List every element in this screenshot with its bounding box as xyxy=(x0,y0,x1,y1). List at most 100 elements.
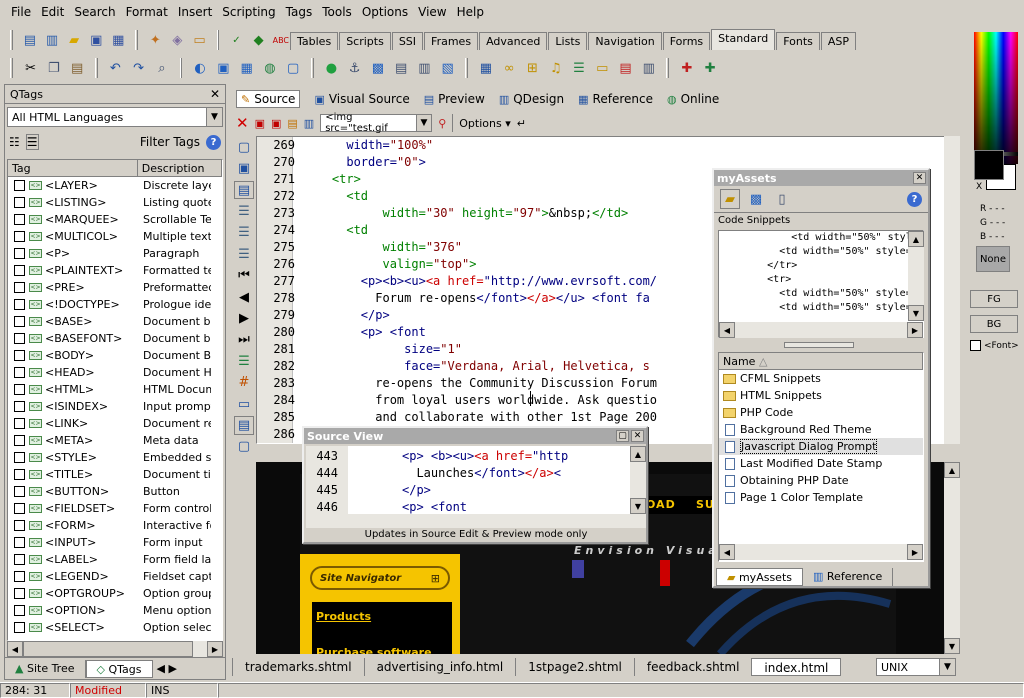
scroll-right-icon[interactable]: ▶ xyxy=(907,322,923,338)
options-menu[interactable]: Options ▾ xyxy=(459,117,510,130)
toolbar-grip[interactable] xyxy=(94,58,98,78)
abc-icon[interactable]: ABC xyxy=(272,30,290,50)
print-preview-icon[interactable]: ▥ xyxy=(415,58,434,78)
tab-visual-source[interactable]: ▣ Visual Source xyxy=(314,92,409,106)
toolbar-grip[interactable] xyxy=(666,58,670,78)
cut-icon[interactable]: ✂ xyxy=(21,58,40,78)
chevron-down-icon[interactable]: ▼ xyxy=(415,115,432,131)
toolbar-grip[interactable] xyxy=(135,30,139,50)
tab-standard[interactable]: Standard xyxy=(711,29,776,50)
close-icon[interactable]: ✕ xyxy=(913,172,926,184)
tab-reference[interactable]: ▥ Reference xyxy=(803,568,894,586)
qtag-checkbox[interactable] xyxy=(14,520,25,531)
font-color-toggle[interactable]: <Font> xyxy=(970,340,1019,351)
window-icon[interactable]: ▢ xyxy=(284,58,303,78)
qtag-checkbox[interactable] xyxy=(14,367,25,378)
menu-tags[interactable]: Tags xyxy=(281,5,318,19)
scroll-left-icon[interactable]: ◀ xyxy=(719,544,735,560)
tab-navigation[interactable]: Navigation xyxy=(588,32,662,50)
align-icon[interactable]: ☰ xyxy=(234,202,254,220)
qtag-checkbox[interactable] xyxy=(14,401,25,412)
tab-scripts[interactable]: Scripts xyxy=(339,32,391,50)
qtag-row[interactable]: <> <MARQUEE> Scrollable Tex xyxy=(8,211,222,228)
tab-qtags[interactable]: ◇ QTags xyxy=(85,659,153,678)
list-view-icon[interactable]: ☰ xyxy=(25,134,39,150)
qtag-checkbox[interactable] xyxy=(14,333,25,344)
prev-icon[interactable]: ◀ xyxy=(234,288,254,306)
plugin-icon[interactable]: ✚ xyxy=(701,58,720,78)
export-icon[interactable]: ▧ xyxy=(438,58,457,78)
format-icon[interactable]: ▥ xyxy=(639,58,658,78)
bookmark-icon[interactable]: ☰ xyxy=(234,352,254,370)
number-icon[interactable]: # xyxy=(234,373,254,391)
menu-options[interactable]: Options xyxy=(357,5,413,19)
file-tab[interactable]: 1stpage2.shtml xyxy=(515,658,634,676)
assets-hscroll[interactable]: ◀ ▶ xyxy=(719,544,923,560)
list-icon[interactable]: ☰ xyxy=(569,58,588,78)
new-doc-icon[interactable]: ▯ xyxy=(772,189,792,209)
qtag-checkbox[interactable] xyxy=(14,384,25,395)
tab-site-tree[interactable]: ▲ Site Tree xyxy=(5,659,86,678)
myassets-titlebar[interactable]: myAssets ✕ xyxy=(714,170,928,186)
menu-help[interactable]: Help xyxy=(452,5,489,19)
image-icon[interactable]: ▩ xyxy=(368,58,387,78)
tab-source[interactable]: ✎ Source xyxy=(236,90,301,108)
menu-format[interactable]: Format xyxy=(121,5,173,19)
globe-icon[interactable]: ◍ xyxy=(260,58,279,78)
tab-frames[interactable]: Frames xyxy=(424,32,479,50)
window-icon[interactable]: ▢ xyxy=(234,138,254,156)
link-icon[interactable]: ∞ xyxy=(500,58,519,78)
qtag-checkbox[interactable] xyxy=(14,282,25,293)
qtag-row[interactable]: <> <BUTTON> Button xyxy=(8,483,222,500)
qtag-checkbox[interactable] xyxy=(14,588,25,599)
new-template-icon[interactable]: ▥ xyxy=(43,30,61,50)
menu-scripting[interactable]: Scripting xyxy=(217,5,280,19)
tab-ssi[interactable]: SSI xyxy=(391,32,424,50)
minimize-icon[interactable]: ▢ xyxy=(616,430,629,442)
go-icon[interactable]: ● xyxy=(322,58,341,78)
browser-icon[interactable]: ◐ xyxy=(190,58,209,78)
snippet-hscroll[interactable]: ◀ ▶ xyxy=(719,322,923,338)
snippet-select[interactable]: <img src="test.gif ▼ xyxy=(320,112,433,134)
chevron-down-icon[interactable]: ▼ xyxy=(206,108,222,126)
tab-preview[interactable]: ▤ Preview xyxy=(424,92,485,106)
single-view-icon[interactable]: ▢ xyxy=(234,438,254,456)
tree-view-icon[interactable]: ☷ xyxy=(9,135,20,149)
qtag-checkbox[interactable] xyxy=(14,486,25,497)
toolbar-grip[interactable] xyxy=(10,30,13,50)
qtag-checkbox[interactable] xyxy=(14,503,25,514)
asset-item[interactable]: HTML Snippets xyxy=(719,387,923,404)
last-icon[interactable]: ⏭ xyxy=(234,331,254,349)
tab-tables[interactable]: Tables xyxy=(290,32,339,50)
source-view-hscroll[interactable] xyxy=(306,514,646,528)
font-checkbox[interactable] xyxy=(970,340,981,351)
tab-nav-arrows[interactable]: ◀ ▶ xyxy=(153,660,181,678)
qtag-row[interactable]: <><BASEFONT> Document bas xyxy=(8,330,222,347)
qtag-row[interactable]: <><LABEL> Form field labe xyxy=(8,551,222,568)
paste-special-icon[interactable]: ▤ xyxy=(616,58,635,78)
qtag-checkbox[interactable] xyxy=(14,571,25,582)
toolbar-grip[interactable] xyxy=(179,58,183,78)
qtag-checkbox[interactable] xyxy=(14,316,25,327)
file-tab[interactable]: index.html xyxy=(751,658,842,676)
qtag-row[interactable]: <><SELECT> Option selecto xyxy=(8,619,222,636)
qtag-row[interactable]: <> <!DOCTYPE> Prologue iden xyxy=(8,296,222,313)
qtag-checkbox[interactable] xyxy=(14,554,25,565)
preview-vscroll[interactable]: ▲ ▼ xyxy=(944,462,960,654)
open-folder-icon[interactable]: ▰ xyxy=(65,30,83,50)
qtag-row[interactable]: <><FIELDSET> Form control g xyxy=(8,500,222,517)
qtag-row[interactable]: <> <P> Paragraph xyxy=(8,245,222,262)
note-icon[interactable]: ▭ xyxy=(593,58,612,78)
color-spectrum[interactable] xyxy=(974,32,1018,164)
qtag-checkbox[interactable] xyxy=(14,350,25,361)
menu-tools[interactable]: Tools xyxy=(317,5,357,19)
split-icon[interactable]: ▣ xyxy=(234,159,254,177)
qtags-hscroll[interactable]: ◀ ▶ xyxy=(7,641,223,657)
qtag-row[interactable]: <><BASE> Document bas xyxy=(8,313,222,330)
doc-icon[interactable]: ▤ xyxy=(392,58,411,78)
outdent-icon[interactable]: ☰ xyxy=(234,245,254,263)
asset-item[interactable]: Obtaining PHP Date xyxy=(719,472,923,489)
none-button[interactable]: None xyxy=(976,246,1010,272)
tab-forms[interactable]: Forms xyxy=(662,32,711,50)
close-icon[interactable]: ✕ xyxy=(631,430,644,442)
